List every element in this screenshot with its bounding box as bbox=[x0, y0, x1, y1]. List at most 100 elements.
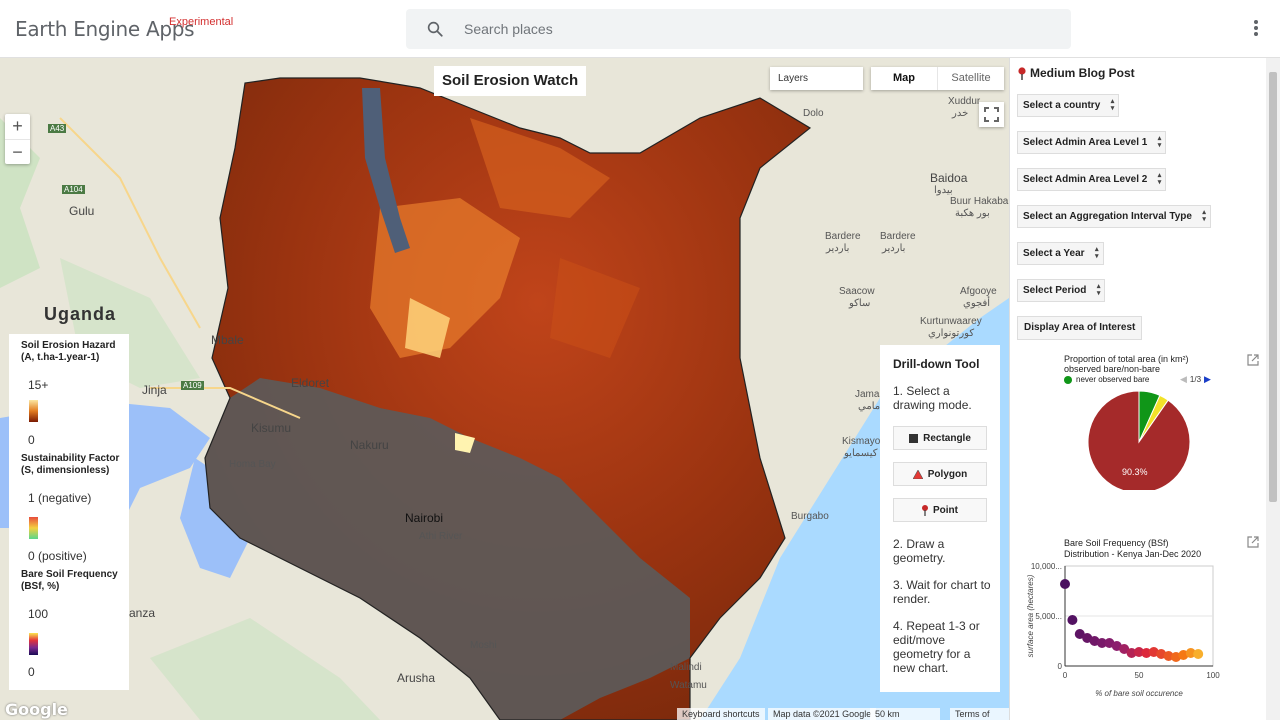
map-label-kurtunwaarey-ar: كورتونواري bbox=[928, 328, 975, 339]
scatter-open-external-icon[interactable] bbox=[1247, 536, 1259, 548]
year-select[interactable]: Select a Year bbox=[1017, 242, 1104, 265]
terms-of-use-link[interactable]: Terms of Use bbox=[950, 708, 1009, 720]
fullscreen-icon bbox=[984, 107, 999, 122]
map-type-satellite[interactable]: Satellite bbox=[938, 67, 1004, 90]
drill-step-4: 4. Repeat 1-3 or edit/move geometry for … bbox=[893, 619, 980, 675]
map-label-sacow-ar: ساكو bbox=[849, 298, 871, 309]
drill-step-3: 3. Wait for chart to render. bbox=[893, 578, 991, 606]
pager-next-icon[interactable]: ▶ bbox=[1204, 374, 1211, 385]
point-label: Point bbox=[933, 504, 958, 516]
map-label-moshi: Moshi bbox=[470, 640, 497, 651]
aggregation-interval-select[interactable]: Select an Aggregation Interval Type bbox=[1017, 205, 1211, 228]
layers-button[interactable]: Layers bbox=[770, 67, 863, 90]
legend-bsf-max: 100 bbox=[28, 607, 49, 621]
map-label-bardere-ar: باردير bbox=[826, 243, 850, 254]
zoom-control: + − bbox=[5, 114, 30, 164]
map-label-bardere: Bardere bbox=[825, 231, 861, 242]
rectangle-icon bbox=[909, 433, 919, 443]
map-label-buur-hakaba: Buur Hakaba bbox=[950, 196, 1009, 207]
map-legend: Soil Erosion Hazard (A, t.ha-1.year-1) 1… bbox=[9, 334, 129, 690]
map-label-nakuru: Nakuru bbox=[350, 438, 389, 452]
scatter-y-label: surface area (hectares) bbox=[1026, 574, 1035, 657]
map-label-homa-bay: Homa Bay bbox=[229, 459, 276, 470]
period-select[interactable]: Select Period bbox=[1017, 279, 1106, 302]
legend-erosion-max: 15+ bbox=[28, 378, 49, 392]
blog-link-label: Medium Blog Post bbox=[1030, 66, 1135, 80]
map-label-athi-river: Athi River bbox=[419, 531, 463, 542]
display-aoi-button[interactable]: Display Area of Interest bbox=[1017, 316, 1143, 340]
map-label-arusha: Arusha bbox=[397, 671, 436, 685]
road-label-a109: A109 bbox=[181, 381, 204, 390]
scatter-x-label: % of bare soil occurence bbox=[1095, 689, 1183, 698]
legend-bsf-bar bbox=[29, 633, 38, 655]
app-brand[interactable]: Earth Engine Apps bbox=[15, 17, 195, 41]
legend-erosion-bar bbox=[29, 400, 38, 422]
map-label-burgabo: Burgabo bbox=[791, 511, 829, 522]
admin-level-2-select[interactable]: Select Admin Area Level 2 bbox=[1017, 168, 1167, 191]
scatter-chart: 0 50 100 0 5,000... 10,000... % of bare soil o… bbox=[1026, 562, 1220, 698]
polygon-icon bbox=[912, 469, 923, 479]
map-label-mbale: Mbale bbox=[211, 333, 244, 347]
top-bar: Earth Engine Apps Experimental bbox=[0, 0, 1280, 58]
map-label-bardere-alt: Bardere bbox=[880, 231, 916, 242]
rectangle-button[interactable]: Rectangle bbox=[893, 426, 987, 450]
country-select[interactable]: Select a country bbox=[1017, 94, 1120, 117]
scatter-x-tick: 50 bbox=[1135, 671, 1144, 680]
panel-scrollbar[interactable] bbox=[1266, 58, 1280, 720]
scatter-point-18 bbox=[1193, 649, 1204, 659]
pie-open-external-icon[interactable] bbox=[1247, 354, 1259, 366]
polygon-label: Polygon bbox=[927, 468, 968, 480]
road-label-a104: A104 bbox=[62, 185, 85, 194]
map-label-afgooye-ar: أفجوي bbox=[963, 298, 991, 309]
map-label-kismayo-ar: كيسمايو bbox=[844, 448, 878, 459]
scatter-title-line-1: Bare Soil Frequency (BSf) bbox=[1064, 538, 1169, 548]
scatter-x-tick: 0 bbox=[1063, 671, 1068, 680]
search-box[interactable] bbox=[406, 9, 1071, 49]
map-type-control: Map Satellite bbox=[871, 67, 1004, 90]
search-icon[interactable] bbox=[426, 20, 444, 38]
panel-scrollbar-thumb[interactable] bbox=[1269, 72, 1277, 502]
pie-slice-label: 90.3% bbox=[1122, 467, 1148, 477]
map-scale[interactable]: 50 km bbox=[870, 708, 940, 720]
legend-erosion-title: Soil Erosion Hazard (A, t.ha-1.year-1) bbox=[21, 340, 116, 363]
map-label-buur-hakaba-ar: بور هكبة bbox=[955, 208, 990, 219]
fullscreen-button[interactable] bbox=[979, 102, 1004, 127]
zoom-in-button[interactable]: + bbox=[5, 114, 30, 139]
polygon-button[interactable]: Polygon bbox=[893, 462, 987, 486]
map-canvas[interactable]: Uganda Gulu Mbale Jinja Eldoret Kisumu N… bbox=[0, 58, 1009, 720]
experimental-tag: Experimental bbox=[169, 16, 234, 28]
map-label-xuddur: Xuddur bbox=[948, 96, 981, 107]
drill-step-2: 2. Draw a geometry. bbox=[893, 537, 946, 565]
map-data-attribution: Map data ©2021 Google bbox=[768, 708, 877, 720]
scatter-y-tick: 10,000... bbox=[1031, 562, 1062, 571]
pie-legend-swatch bbox=[1064, 375, 1072, 384]
map-label-uganda: Uganda bbox=[44, 304, 117, 324]
admin-level-1-select[interactable]: Select Admin Area Level 1 bbox=[1017, 131, 1167, 154]
map-label-kurtunwaarey: Kurtunwaarey bbox=[920, 316, 982, 327]
road-label-a43: A43 bbox=[48, 124, 67, 133]
keyboard-shortcuts-link[interactable]: Keyboard shortcuts bbox=[677, 708, 765, 720]
map-label-gulu: Gulu bbox=[69, 204, 95, 218]
drill-down-tool: Drill-down Tool 1. Select a drawing mode… bbox=[880, 345, 1000, 692]
scatter-y-tick: 5,000... bbox=[1035, 612, 1062, 621]
point-button[interactable]: Point bbox=[893, 498, 987, 522]
more-vert-icon[interactable] bbox=[1248, 18, 1264, 40]
legend-bsf-min: 0 bbox=[28, 665, 35, 679]
map-scale-label: 50 km bbox=[875, 709, 900, 719]
legend-sustainability-max: 1 (negative) bbox=[28, 491, 92, 505]
scatter-point-1 bbox=[1067, 615, 1078, 625]
map-label-sacow: Saacow bbox=[839, 286, 875, 297]
map-label-malindi: Malindi bbox=[670, 662, 702, 673]
map-title: Soil Erosion Watch bbox=[434, 66, 587, 96]
search-input[interactable] bbox=[464, 9, 1054, 49]
map-label-baidoa: Baidoa bbox=[930, 171, 968, 185]
pin-icon bbox=[1018, 66, 1026, 80]
map-type-map[interactable]: Map bbox=[871, 67, 938, 90]
scatter-y-tick: 0 bbox=[1058, 662, 1063, 671]
map-label-xuddur-ar: خدر bbox=[952, 108, 969, 119]
zoom-out-button[interactable]: − bbox=[5, 139, 30, 164]
map-label-baidoa-ar: بيدوا bbox=[934, 185, 953, 196]
drill-step-1: 1. Select a drawing mode. bbox=[893, 384, 972, 412]
google-logo: Google bbox=[5, 700, 68, 719]
blog-link[interactable]: Medium Blog Post bbox=[1018, 66, 1135, 80]
